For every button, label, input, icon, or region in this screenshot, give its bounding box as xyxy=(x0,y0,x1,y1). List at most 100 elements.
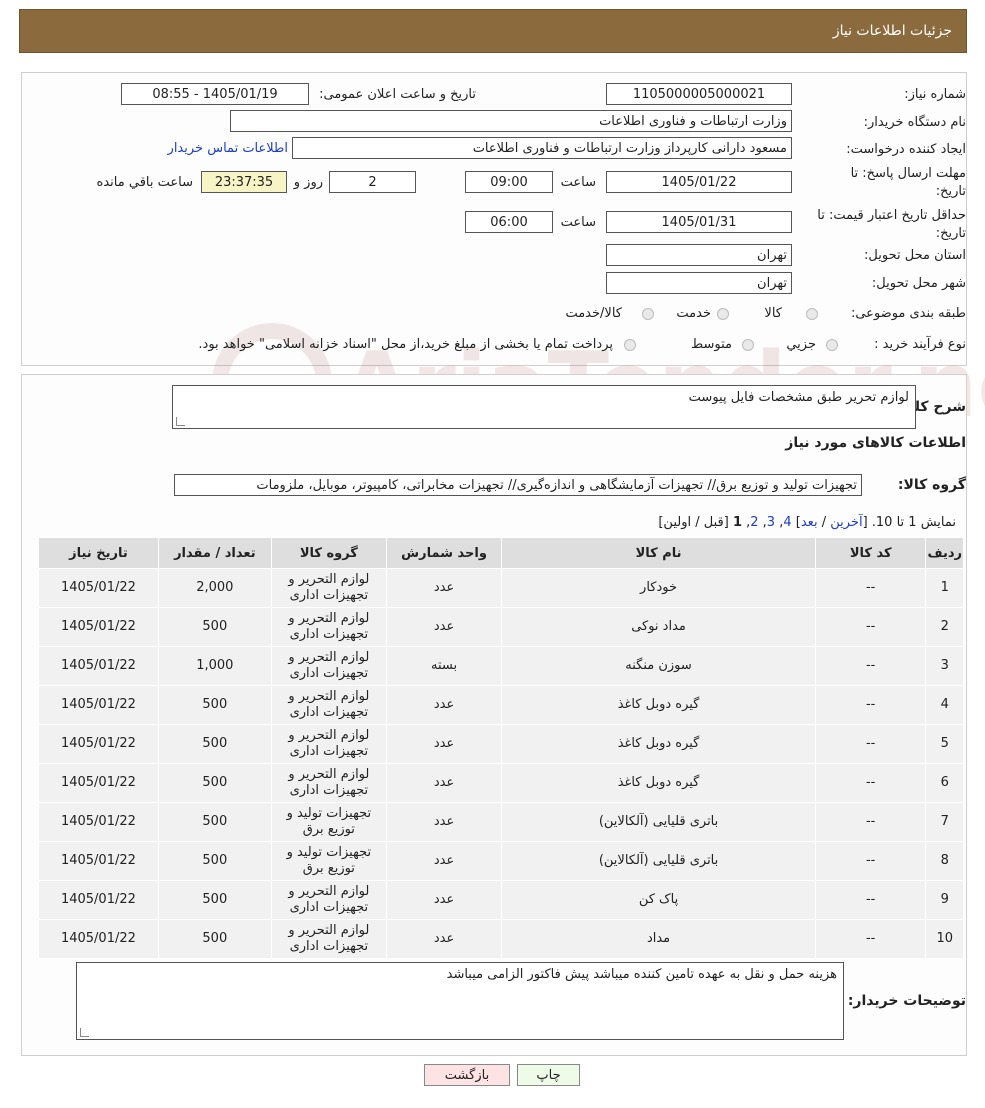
col-name: نام کالا xyxy=(501,537,816,569)
col-group: گروه کالا xyxy=(270,537,387,569)
cell-group: لوازم التحریر و تجهیزات اداری xyxy=(270,919,387,959)
need-number-label: شماره نیاز: xyxy=(904,87,966,102)
table-row: 4 -- گیره دوبل کاغذ عدد لوازم التحریر و تجهی… xyxy=(38,685,964,725)
cell-index: 8 xyxy=(925,841,964,881)
cell-unit: عدد xyxy=(385,841,503,881)
cell-date: 1405/01/22 xyxy=(38,763,159,803)
deadline-label: مهلت ارسال پاسخ: تا تاریخ: xyxy=(850,166,966,199)
cell-quantity: 500 xyxy=(157,802,272,842)
cell-code: -- xyxy=(814,646,927,686)
pager-page-3[interactable]: 3 xyxy=(767,515,775,530)
creator-field[interactable]: مسعود دارانی کارپرداز وزارت ارتباطات و ف… xyxy=(292,137,792,159)
cell-name: پاک کن xyxy=(501,880,816,920)
summary-text: لوازم تحریر طبق مشخصات فایل پیوست xyxy=(688,390,909,405)
cell-unit: عدد xyxy=(385,880,503,920)
cell-code: -- xyxy=(814,841,927,881)
cell-unit: عدد xyxy=(385,607,503,647)
goods-table: ردیف کد کالا نام کالا واحد شمارش گروه کا… xyxy=(38,537,964,959)
cell-date: 1405/01/22 xyxy=(38,880,159,920)
pager-page-2[interactable]: 2 xyxy=(750,515,758,530)
table-row: 10 -- مداد عدد لوازم التحریر و تجهیزات اداری… xyxy=(38,919,964,959)
pager-last-link[interactable]: آخرین xyxy=(830,515,862,530)
pager-sep: / xyxy=(817,515,831,530)
pager-page-4[interactable]: 4 xyxy=(783,515,791,530)
days-field[interactable]: 2 xyxy=(329,171,416,193)
cell-date: 1405/01/22 xyxy=(38,724,159,764)
print-button[interactable]: چاپ xyxy=(517,1064,580,1086)
deadline-date-field[interactable]: 1405/01/22 xyxy=(606,171,792,193)
buyer-org-field[interactable]: وزارت ارتباطات و فناوری اطلاعات xyxy=(230,110,792,132)
cell-unit: بسته xyxy=(385,646,503,686)
cell-name: سوزن منگنه xyxy=(501,646,816,686)
cell-code: -- xyxy=(814,724,927,764)
cell-index: 9 xyxy=(925,880,964,920)
validity-date-field[interactable]: 1405/01/31 xyxy=(606,211,792,233)
city-label: شهر محل تحویل: xyxy=(871,276,966,291)
cell-date: 1405/01/22 xyxy=(38,919,159,959)
cell-index: 6 xyxy=(925,763,964,803)
process-medium-radio[interactable] xyxy=(742,339,754,351)
deadline-time-field[interactable]: 09:00 xyxy=(465,171,553,193)
cell-quantity: 500 xyxy=(157,763,272,803)
deadline-time-label: ساعت xyxy=(560,175,596,190)
pager-next-link[interactable]: بعد xyxy=(801,515,818,530)
remaining-label: ساعت باقي مانده xyxy=(96,175,193,190)
announce-field[interactable]: 1405/01/19 - 08:55 xyxy=(121,83,309,105)
need-number-field[interactable]: 1105000005000021 xyxy=(606,83,792,105)
cell-group: تجهیزات تولید و توزیع برق xyxy=(270,841,387,881)
summary-textarea[interactable]: لوازم تحریر طبق مشخصات فایل پیوست xyxy=(172,385,916,429)
goods-info-title: اطلاعات کالاهای مورد نیاز xyxy=(785,435,966,451)
cell-code: -- xyxy=(814,607,927,647)
table-row: 8 -- باتری قلیایی (آلکالاین) عدد تجهیزات تول… xyxy=(38,841,964,881)
city-field[interactable]: تهران xyxy=(606,272,792,294)
process-treasury-checkbox[interactable] xyxy=(624,339,636,351)
buyer-notes-textarea[interactable]: هزینه حمل و نقل به عهده تامین کننده میبا… xyxy=(76,962,844,1040)
cell-index: 7 xyxy=(925,802,964,842)
goods-group-field[interactable]: تجهیزات تولید و توزیع برق// تجهیزات آزما… xyxy=(174,474,862,496)
remaining-time-field[interactable]: 23:37:35 xyxy=(201,171,287,193)
cell-group: لوازم التحریر و تجهیزات اداری xyxy=(270,568,387,608)
category-both-label: کالا/خدمت xyxy=(565,306,622,321)
cell-group: تجهیزات تولید و توزیع برق xyxy=(270,802,387,842)
need-info-panel: AriaTender.neT شماره نیاز: 1105000005000… xyxy=(21,72,985,443)
resize-grip-icon[interactable] xyxy=(176,417,185,426)
validity-time-field[interactable]: 06:00 xyxy=(465,211,553,233)
process-small-label: جزيي xyxy=(786,337,816,352)
need-details-panel: شرح كلي نياز: لوازم تحریر طبق مشخصات فای… xyxy=(21,374,967,1056)
cell-code: -- xyxy=(814,568,927,608)
process-small-radio[interactable] xyxy=(826,339,838,351)
category-label: طبقه بندی موضوعی: xyxy=(850,306,966,321)
cell-name: خودکار xyxy=(501,568,816,608)
col-index: ردیف xyxy=(925,537,964,569)
cell-group: لوازم التحریر و تجهیزات اداری xyxy=(270,685,387,725)
cell-unit: عدد xyxy=(385,763,503,803)
table-row: 2 -- مداد نوکی عدد لوازم التحریر و تجهیزات ا… xyxy=(38,607,964,647)
col-quantity: تعداد / مقدار xyxy=(157,537,272,569)
pagination: نمایش 1 تا 10. [آخرین / بعد] 4, 3, 2, 1 … xyxy=(658,515,956,530)
cell-group: لوازم التحریر و تجهیزات اداری xyxy=(270,880,387,920)
category-goods-radio[interactable] xyxy=(806,308,818,320)
cell-group: لوازم التحریر و تجهیزات اداری xyxy=(270,763,387,803)
buyer-contact-link[interactable]: اطلاعات تماس خریدار xyxy=(168,141,288,156)
province-field[interactable]: تهران xyxy=(606,244,792,266)
cell-index: 2 xyxy=(925,607,964,647)
cell-quantity: 500 xyxy=(157,607,272,647)
table-header-row: ردیف کد کالا نام کالا واحد شمارش گروه کا… xyxy=(38,537,964,569)
back-button[interactable]: بازگشت xyxy=(424,1064,510,1086)
col-code: کد کالا xyxy=(814,537,927,569)
cell-name: باتری قلیایی (آلکالاین) xyxy=(501,841,816,881)
cell-quantity: 1,000 xyxy=(157,646,272,686)
cell-code: -- xyxy=(814,880,927,920)
cell-index: 5 xyxy=(925,724,964,764)
category-service-radio[interactable] xyxy=(717,308,729,320)
resize-grip-icon[interactable] xyxy=(80,1028,89,1037)
cell-quantity: 500 xyxy=(157,841,272,881)
page-header: جزئیات اطلاعات نیاز xyxy=(19,9,967,53)
table-row: 9 -- پاک کن عدد لوازم التحریر و تجهیزات ادار… xyxy=(38,880,964,920)
category-both-radio[interactable] xyxy=(642,308,654,320)
province-label: استان محل تحویل: xyxy=(864,248,966,263)
process-label: نوع فرآیند خرید : xyxy=(874,337,966,352)
cell-code: -- xyxy=(814,919,927,959)
pager-prefix: نمایش 1 تا 10. [ xyxy=(862,515,956,530)
cell-name: مداد xyxy=(501,919,816,959)
